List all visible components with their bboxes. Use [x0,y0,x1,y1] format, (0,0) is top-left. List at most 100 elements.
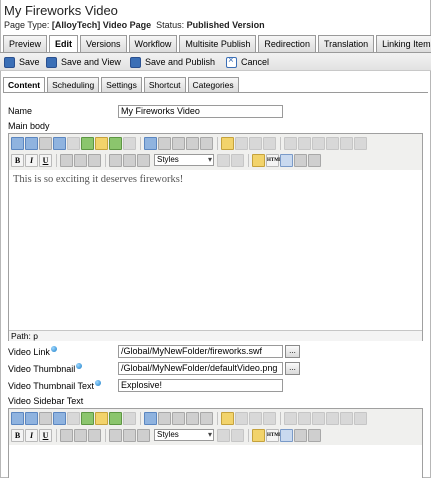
cell-props-icon[interactable] [263,411,276,425]
align-right-icon[interactable] [88,428,101,442]
save-button[interactable]: Save [4,55,40,69]
media-icon[interactable] [81,411,94,425]
row-props-icon[interactable] [249,136,262,150]
tab-translation[interactable]: Translation [317,35,375,52]
italic-button[interactable]: I [25,428,38,442]
tab-preview[interactable]: Preview [3,35,48,52]
insert-col-icon[interactable] [312,411,325,425]
italic-button[interactable]: I [25,153,38,167]
media-icon[interactable] [81,136,94,150]
video-thumbnail-browse-button[interactable]: ... [285,362,300,375]
paste-word-icon[interactable] [200,411,213,425]
help-icon[interactable] [76,363,83,369]
underline-button[interactable]: U [39,428,52,442]
html-button[interactable]: HTML [266,153,282,167]
align-center-icon[interactable] [74,153,87,167]
name-field[interactable]: My Fireworks Video [118,105,283,118]
cut-icon[interactable] [144,136,157,150]
unlink-icon[interactable] [67,411,80,425]
video-thumbnail-text-field[interactable]: Explosive! [118,379,283,392]
quote-icon[interactable] [123,136,136,150]
table-icon[interactable] [221,411,234,425]
quote-icon[interactable] [123,411,136,425]
tab-workflow[interactable]: Workflow [128,35,178,52]
html-button[interactable]: HTML [266,428,282,442]
tab-shortcut[interactable]: Shortcut [143,77,186,92]
help-icon[interactable] [50,346,57,352]
find-icon[interactable] [11,411,24,425]
align-left-icon[interactable] [60,428,73,442]
table-icon[interactable] [221,136,234,150]
split-cells-icon[interactable] [340,411,353,425]
undo-icon[interactable] [217,428,230,442]
video-thumbnail-field[interactable]: /Global/MyNewFolder/defaultVideo.png [118,362,283,375]
image-icon[interactable] [53,136,66,150]
cancel-button[interactable]: Cancel [226,55,269,69]
tab-edit[interactable]: Edit [49,35,79,52]
anchor-icon[interactable] [39,411,52,425]
tab-scheduling[interactable]: Scheduling [47,77,100,92]
copy-icon[interactable] [158,411,171,425]
insert-row-icon[interactable] [284,136,297,150]
paste-text-icon[interactable] [186,411,199,425]
cleanup-icon[interactable] [252,153,265,167]
styles-dropdown[interactable]: Styles [154,429,214,441]
table-props-icon[interactable] [235,136,248,150]
bullet-list-icon[interactable] [109,428,122,442]
paste-text-icon[interactable] [186,136,199,150]
visual-aid-icon[interactable] [280,428,293,442]
redo-icon[interactable] [231,428,244,442]
cleanup-icon[interactable] [252,428,265,442]
merge-cells-icon[interactable] [354,136,367,150]
redo-icon[interactable] [231,153,244,167]
horizontal-rule-icon[interactable] [137,428,150,442]
link-icon[interactable] [25,411,38,425]
tab-versions[interactable]: Versions [80,35,127,52]
find-icon[interactable] [11,136,24,150]
copy-icon[interactable] [158,136,171,150]
insert-picture-icon[interactable] [109,136,122,150]
insert-col-icon[interactable] [312,136,325,150]
styles-dropdown[interactable]: Styles [154,154,214,166]
delete-col-icon[interactable] [326,136,339,150]
horizontal-rule-icon[interactable] [137,153,150,167]
delete-row-icon[interactable] [298,136,311,150]
save-and-view-button[interactable]: Save and View [46,55,121,69]
undo-icon[interactable] [217,153,230,167]
search-icon[interactable] [308,153,321,167]
fullscreen-icon[interactable] [294,428,307,442]
numbered-list-icon[interactable] [123,153,136,167]
insert-picture-icon[interactable] [109,411,122,425]
tab-multisite-publish[interactable]: Multisite Publish [179,35,257,52]
image-icon[interactable] [53,411,66,425]
align-right-icon[interactable] [88,153,101,167]
cell-props-icon[interactable] [263,136,276,150]
delete-col-icon[interactable] [326,411,339,425]
numbered-list-icon[interactable] [123,428,136,442]
search-icon[interactable] [308,428,321,442]
paste-icon[interactable] [172,411,185,425]
help-icon[interactable] [95,380,102,386]
anchor-icon[interactable] [39,136,52,150]
table-props-icon[interactable] [235,411,248,425]
tab-categories[interactable]: Categories [187,77,239,92]
save-and-publish-button[interactable]: Save and Publish [130,55,215,69]
tab-content[interactable]: Content [3,77,46,92]
dynamic-content-icon[interactable] [95,411,108,425]
split-cells-icon[interactable] [340,136,353,150]
video-link-field[interactable]: /Global/MyNewFolder/fireworks.swf [118,345,283,358]
visual-aid-icon[interactable] [280,153,293,167]
delete-row-icon[interactable] [298,411,311,425]
underline-button[interactable]: U [39,153,52,167]
bold-button[interactable]: B [11,428,24,442]
insert-row-icon[interactable] [284,411,297,425]
fullscreen-icon[interactable] [294,153,307,167]
main-body-content[interactable]: This is so exciting it deserves firework… [13,174,183,185]
paste-word-icon[interactable] [200,136,213,150]
link-icon[interactable] [25,136,38,150]
dynamic-content-icon[interactable] [95,136,108,150]
merge-cells-icon[interactable] [354,411,367,425]
cut-icon[interactable] [144,411,157,425]
unlink-icon[interactable] [67,136,80,150]
bullet-list-icon[interactable] [109,153,122,167]
